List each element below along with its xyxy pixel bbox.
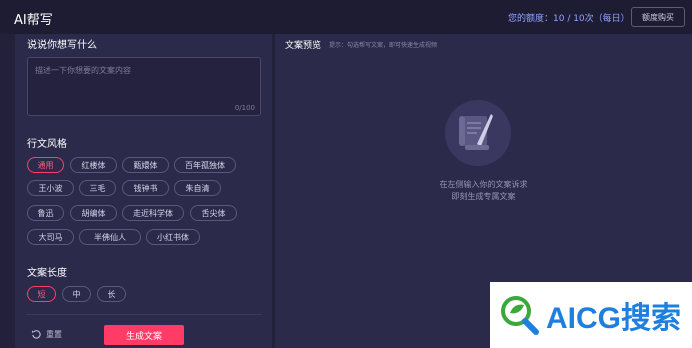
buy-quota-button[interactable]: 额度购买 [631, 7, 685, 27]
reset-button[interactable]: 重置 [31, 329, 62, 340]
style-chip-qianzhongshu[interactable]: 钱钟书 [122, 180, 169, 196]
divider [27, 314, 261, 315]
length-chip-short[interactable]: 短 [27, 286, 56, 302]
style-chip-banfo[interactable]: 半佛仙人 [79, 229, 141, 245]
generate-button[interactable]: 生成文案 [104, 325, 184, 345]
style-chip-zhuziqing[interactable]: 朱自清 [174, 180, 221, 196]
reset-icon [31, 330, 41, 339]
watermark-text: AICG搜索 [546, 302, 681, 335]
empty-hint-line2: 即刻生成专属文案 [451, 192, 516, 201]
style-chip-general[interactable]: 通用 [27, 157, 64, 173]
style-chip-science[interactable]: 走近科学体 [122, 205, 184, 221]
app-title: AI帮写 [14, 13, 53, 28]
style-chip-solitude[interactable]: 百年孤独体 [174, 157, 236, 173]
style-chip-wangxiaobo[interactable]: 王小波 [27, 180, 74, 196]
prompt-textarea[interactable]: 描述一下你想要的文案内容 0/100 [27, 57, 261, 116]
style-chip-xiaohongshu[interactable]: 小红书体 [146, 229, 200, 245]
char-counter: 0/100 [234, 104, 255, 112]
length-title: 文案长度 [27, 268, 67, 279]
style-chip-hubian[interactable]: 胡编体 [70, 205, 117, 221]
prompt-title: 说说你想写什么 [27, 40, 97, 51]
style-title: 行文风格 [27, 139, 67, 150]
style-chip-luxun[interactable]: 鲁迅 [27, 205, 64, 221]
style-chip-honglou[interactable]: 红楼体 [70, 157, 117, 173]
aicg-watermark: AICG搜索 [490, 282, 692, 348]
reset-label: 重置 [46, 330, 62, 339]
input-panel: 说说你想写什么 描述一下你想要的文案内容 0/100 行文风格 通用 红楼体 甄… [15, 34, 272, 348]
top-bar: AI帮写 您的额度：10 / 10次（每日） 额度购买 [0, 0, 692, 34]
magnifier-leaf-logo-icon [501, 296, 539, 335]
textarea-placeholder: 描述一下你想要的文案内容 [35, 66, 131, 75]
preview-title: 文案预览 [285, 41, 322, 51]
style-chip-dasima[interactable]: 大司马 [27, 229, 74, 245]
style-chip-tongue[interactable]: 舌尖体 [190, 205, 237, 221]
style-chip-zhenhuan[interactable]: 甄嬛体 [122, 157, 169, 173]
length-chip-medium[interactable]: 中 [62, 286, 91, 302]
preview-hint: 提示：勾选帮写文案，即可快速生成视频 [329, 42, 438, 49]
style-chip-sanmao[interactable]: 三毛 [79, 180, 116, 196]
length-chip-long[interactable]: 长 [97, 286, 126, 302]
quota-label: 您的额度：10 / 10次（每日） [508, 14, 630, 24]
empty-hint-line1: 在左侧输入你的文案诉求 [439, 180, 528, 189]
document-quill-icon [445, 100, 511, 166]
